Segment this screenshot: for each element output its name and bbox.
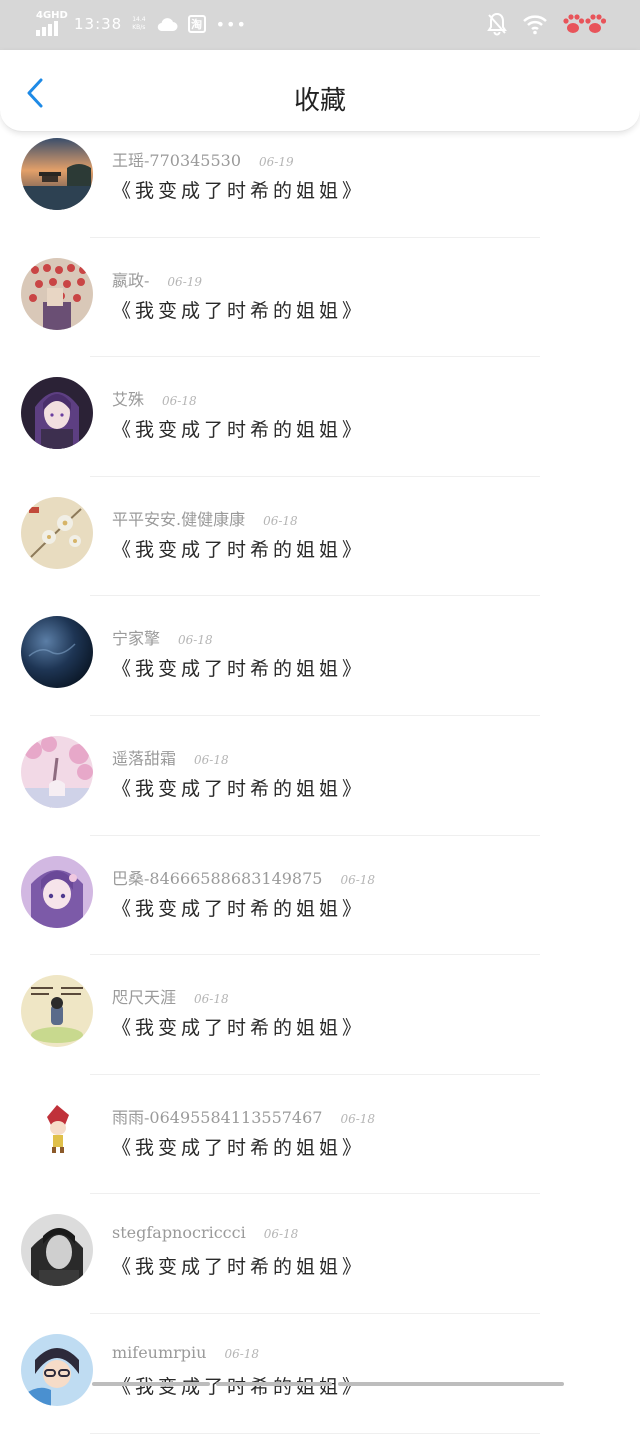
item-meta: 咫尺天涯 06-18 xyxy=(112,984,229,1008)
bottom-indicator xyxy=(92,1382,568,1387)
list-item[interactable]: stegfapnocriccci 06-18 《我变成了时希的姐姐》 xyxy=(0,1194,640,1314)
book-title[interactable]: 《我变成了时希的姐姐》 xyxy=(112,1252,365,1279)
avatar[interactable] xyxy=(21,377,93,450)
avatar[interactable] xyxy=(21,855,93,928)
network-type: 4GHD xyxy=(36,10,68,21)
item-meta: 艾殊 06-18 xyxy=(112,386,197,410)
status-bar-left: 4GHD 13:38 14.4 KB/s 淘 ••• xyxy=(34,10,247,38)
wifi-icon xyxy=(523,15,547,35)
user-name: 雨雨-06495584113557467 xyxy=(112,1107,323,1127)
list-item[interactable]: 巴桑-84666588683149875 06-18 《我变成了时希的姐姐》 xyxy=(0,836,640,956)
status-bar-right xyxy=(486,12,606,36)
favorite-date: 06-18 xyxy=(224,1346,260,1361)
list-item[interactable]: 嬴政- 06-19 《我变成了时希的姐姐》 xyxy=(0,238,640,358)
favorite-date: 06-19 xyxy=(259,155,294,169)
avatar[interactable] xyxy=(21,1214,93,1287)
header-bar: 收藏 xyxy=(0,50,640,132)
item-meta: mifeumrpiu 06-18 xyxy=(112,1343,259,1362)
favorite-date: 06-18 xyxy=(178,633,213,648)
user-name: 宁家擎 xyxy=(112,629,161,649)
book-title[interactable]: 《我变成了时希的姐姐》 xyxy=(112,535,365,562)
item-meta: 嬴政- 06-19 xyxy=(112,267,202,291)
user-name: 王瑶-770345530 xyxy=(112,151,242,170)
item-meta: 宁家擎 06-18 xyxy=(112,625,213,649)
favorite-date: 06-18 xyxy=(263,513,298,528)
signal-group: 4GHD xyxy=(34,10,68,38)
paw-icon xyxy=(563,14,606,33)
user-name: 嬴政- xyxy=(112,270,150,290)
network-speed: 14.4 KB/s xyxy=(132,16,145,32)
favorites-list: 王瑶-770345530 06-19 《我变成了时希的姐姐》 嬴政- 06-19 《我变成… xyxy=(0,118,640,1434)
item-meta: 巴桑-84666588683149875 06-18 xyxy=(112,865,375,889)
book-title[interactable]: 《我变成了时希的姐姐》 xyxy=(112,774,365,801)
user-name: 平平安安.健健康康 xyxy=(112,509,246,529)
book-title[interactable]: 《我变成了时希的姐姐》 xyxy=(112,296,365,323)
list-item[interactable]: 咫尺天涯 06-18 《我变成了时希的姐姐》 xyxy=(0,955,640,1075)
user-name: stegfapnocriccci xyxy=(112,1223,246,1243)
favorite-date: 06-18 xyxy=(263,1227,299,1242)
signal-icon xyxy=(36,21,58,36)
book-title[interactable]: 《我变成了时希的姐姐》 xyxy=(112,176,365,203)
list-item[interactable]: 宁家擎 06-18 《我变成了时希的姐姐》 xyxy=(0,596,640,716)
item-meta: 雨雨-06495584113557467 06-18 xyxy=(112,1104,375,1128)
list-item[interactable]: 遥落甜霜 06-18 《我变成了时希的姐姐》 xyxy=(0,716,640,836)
avatar[interactable] xyxy=(21,975,93,1048)
user-name: 遥落甜霜 xyxy=(112,748,177,768)
favorite-date: 06-18 xyxy=(340,872,376,887)
status-time: 13:38 xyxy=(74,15,123,33)
book-title[interactable]: 《我变成了时希的姐姐》 xyxy=(112,894,365,921)
list-item[interactable]: 雨雨-06495584113557467 06-18 《我变成了时希的姐姐》 xyxy=(0,1075,640,1195)
status-bar: 4GHD 13:38 14.4 KB/s 淘 ••• xyxy=(0,0,640,50)
cloud-icon xyxy=(157,18,178,32)
list-item[interactable]: 艾殊 06-18 《我变成了时希的姐姐》 xyxy=(0,357,640,477)
user-name: 巴桑-84666588683149875 xyxy=(112,868,323,888)
avatar[interactable] xyxy=(21,616,93,689)
avatar[interactable] xyxy=(21,138,93,210)
book-title[interactable]: 《我变成了时希的姐姐》 xyxy=(112,654,365,681)
more-notifications-icon: ••• xyxy=(215,14,247,34)
page-title: 收藏 xyxy=(293,86,346,116)
list-item[interactable]: 王瑶-770345530 06-19 《我变成了时希的姐姐》 xyxy=(0,118,640,238)
item-meta: stegfapnocriccci 06-18 xyxy=(112,1223,298,1242)
item-meta: 遥落甜霜 06-18 xyxy=(112,745,229,769)
user-name: 咫尺天涯 xyxy=(112,988,177,1008)
network-speed-unit: KB/s xyxy=(132,24,146,31)
avatar[interactable] xyxy=(21,735,93,808)
avatar[interactable] xyxy=(21,1333,93,1406)
book-title[interactable]: 《我变成了时希的姐姐》 xyxy=(112,1133,365,1160)
network-speed-value: 14.4 xyxy=(132,16,146,23)
item-meta: 平平安安.健健康康 06-18 xyxy=(112,506,298,530)
favorite-date: 06-18 xyxy=(194,752,229,767)
mute-bell-icon xyxy=(487,12,507,36)
book-title[interactable]: 《我变成了时希的姐姐》 xyxy=(112,415,365,442)
list-item[interactable]: 平平安安.健健康康 06-18 《我变成了时希的姐姐》 xyxy=(0,477,640,597)
item-meta: 王瑶-770345530 06-19 xyxy=(112,147,294,171)
favorite-date: 06-18 xyxy=(194,992,229,1007)
avatar[interactable] xyxy=(21,496,93,569)
user-name: 艾殊 xyxy=(112,390,145,410)
book-title[interactable]: 《我变成了时希的姐姐》 xyxy=(112,1013,365,1040)
divider xyxy=(90,1432,540,1434)
favorite-date: 06-18 xyxy=(340,1111,376,1126)
avatar[interactable] xyxy=(21,1094,93,1167)
user-name: mifeumrpiu xyxy=(112,1342,207,1362)
favorite-date: 06-19 xyxy=(167,274,203,289)
favorite-date: 06-18 xyxy=(162,394,197,409)
taobao-icon: 淘 xyxy=(187,15,206,33)
avatar[interactable] xyxy=(21,257,93,330)
list-item[interactable]: mifeumrpiu 06-18 《我变成了时希的姐姐》 xyxy=(0,1314,640,1434)
